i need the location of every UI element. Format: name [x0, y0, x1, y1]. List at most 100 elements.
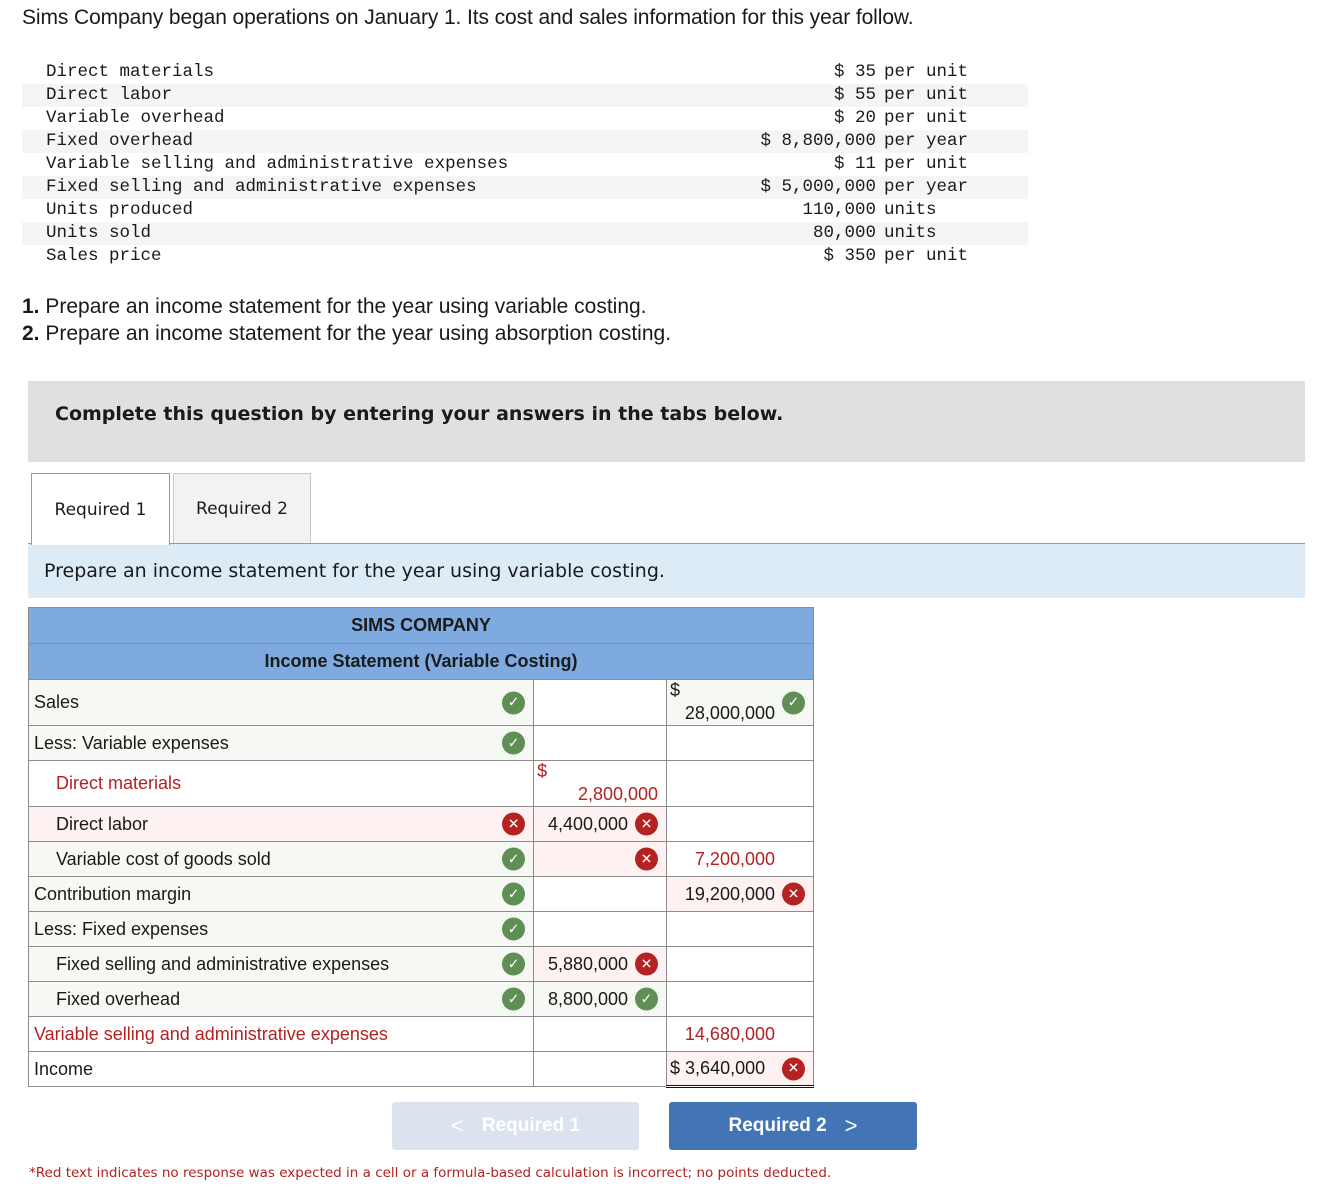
- check-icon: ✓: [502, 987, 526, 1011]
- row-label-cell[interactable]: Fixed selling and administrative expense…: [27, 946, 535, 982]
- table-row: Fixed overhead ✓ 8,800,000 ✓: [27, 981, 814, 1017]
- table-row: Contribution margin ✓ 19,200,000 ✕: [27, 876, 814, 912]
- next-button-label: Required 2: [728, 1115, 827, 1136]
- row-label-cell: Direct materials: [27, 760, 535, 807]
- given-amount: $ 35: [833, 62, 876, 82]
- amount-input-col2[interactable]: 19,200,000 ✕: [666, 876, 814, 912]
- amount-input-col2[interactable]: $ 3,640,000 ✕: [666, 1051, 814, 1088]
- given-amount: 110,000: [802, 200, 876, 220]
- tab-required-2[interactable]: Required 2: [173, 473, 311, 544]
- given-row: Sales price $ 350 per unit: [22, 245, 1028, 268]
- chevron-left-icon: <: [450, 1113, 464, 1138]
- given-label: Direct materials: [46, 62, 215, 82]
- amount-cell-col2: 14,680,000: [666, 1016, 814, 1052]
- statement-title: Income Statement (Variable Costing): [28, 643, 814, 680]
- amount-value: 28,000,000: [684, 703, 775, 723]
- amount-input-col2[interactable]: [666, 911, 814, 947]
- given-label: Direct labor: [22, 84, 676, 107]
- given-row: Units produced 110,000 units: [22, 199, 1028, 222]
- given-row: Variable selling and administrative expe…: [22, 153, 1028, 176]
- row-label-cell[interactable]: Direct labor ✕: [27, 806, 535, 842]
- statement-company: SIMS COMPANY: [28, 607, 814, 644]
- row-label-cell[interactable]: Variable cost of goods sold ✓: [27, 841, 535, 877]
- given-unit: per unit: [876, 84, 1028, 107]
- amount-input-col1[interactable]: ✕: [533, 841, 668, 877]
- requirement-text: Prepare an income statement for the year…: [39, 322, 672, 345]
- footnote: *Red text indicates no response was expe…: [29, 1165, 832, 1181]
- row-label: Direct materials: [56, 773, 182, 793]
- next-required-2-button[interactable]: Required 2 >: [669, 1102, 917, 1150]
- tab-required-1[interactable]: Required 1: [31, 473, 170, 545]
- amount-input-col2[interactable]: [666, 725, 814, 761]
- amount-input-col1[interactable]: [533, 1016, 668, 1052]
- amount-input-col2[interactable]: [666, 981, 814, 1017]
- amount-value: 5,880,000: [547, 953, 629, 974]
- row-label-cell[interactable]: Less: Fixed expenses ✓: [27, 911, 535, 947]
- amount-input-col1[interactable]: [533, 911, 668, 947]
- amount-input-col1[interactable]: [533, 725, 668, 761]
- given-unit: units: [884, 200, 937, 220]
- row-label-cell[interactable]: Less: Variable expenses ✓: [27, 725, 535, 761]
- requirement-number: 1.: [22, 295, 40, 318]
- amount-value: 2,800,000: [577, 784, 659, 804]
- x-icon: ✕: [635, 812, 659, 836]
- prev-button-label: Required 1: [481, 1115, 581, 1136]
- row-label-cell[interactable]: Fixed overhead ✓: [27, 981, 535, 1017]
- requirement-text: Prepare an income statement for the year…: [39, 295, 647, 318]
- given-amount: $ 350: [823, 246, 876, 266]
- chevron-right-icon: >: [844, 1113, 858, 1138]
- requirement-item: 1. Prepare an income statement for the y…: [22, 293, 671, 320]
- row-label: Fixed overhead: [56, 988, 181, 1009]
- amount-input-col1[interactable]: 8,800,000 ✓: [533, 981, 668, 1017]
- amount-cell-col1: $2,800,000: [533, 760, 668, 807]
- table-row: Less: Variable expenses ✓: [27, 725, 814, 761]
- amount-input-col1[interactable]: [533, 876, 668, 912]
- amount-input-col1[interactable]: 4,400,000 ✕: [533, 806, 668, 842]
- given-amount: $ 5,000,000: [676, 176, 876, 199]
- given-row: Variable overhead $ 20 per unit: [22, 107, 1028, 130]
- row-label: Variable cost of goods sold: [56, 848, 271, 869]
- prev-required-1-button[interactable]: < Required 1: [392, 1102, 639, 1150]
- given-amount: $ 8,800,000: [676, 130, 876, 153]
- x-icon: ✕: [635, 952, 659, 976]
- amount-input-col2[interactable]: [666, 806, 814, 842]
- given-amount: $ 20: [833, 108, 876, 128]
- given-amount: 80,000: [676, 222, 876, 245]
- instruction-banner: Complete this question by entering your …: [28, 381, 1305, 462]
- amount-input-col2[interactable]: $28,000,000 ✓: [666, 679, 814, 726]
- check-icon: ✓: [502, 917, 526, 941]
- given-label: Fixed selling and administrative expense…: [22, 176, 676, 199]
- table-row: Direct materials $2,800,000: [27, 760, 814, 807]
- given-label: Variable selling and administrative expe…: [46, 154, 509, 174]
- amount-value: $ 3,640,000: [670, 1058, 766, 1078]
- amount-input-col2[interactable]: [666, 760, 814, 807]
- table-row: Less: Fixed expenses ✓: [27, 911, 814, 947]
- amount-input-col2[interactable]: [666, 946, 814, 982]
- requirement-number: 2.: [22, 322, 40, 345]
- given-row: Fixed overhead $ 8,800,000 per year: [22, 130, 1028, 153]
- given-unit: per year: [876, 130, 1028, 153]
- check-icon: ✓: [502, 731, 526, 755]
- row-label-cell: Income: [27, 1051, 535, 1087]
- amount-input-col1[interactable]: 5,880,000 ✕: [533, 946, 668, 982]
- given-data-table: Direct materials $ 35 per unit Direct labo…: [22, 61, 1028, 268]
- given-unit: per unit: [884, 108, 969, 128]
- given-unit: per unit: [884, 154, 969, 174]
- given-unit: per unit: [884, 62, 969, 82]
- dollar-sign: $: [537, 761, 548, 781]
- row-label-cell[interactable]: Sales ✓: [27, 679, 535, 726]
- amount-input-col1[interactable]: [533, 1051, 668, 1087]
- table-row: Income $ 3,640,000 ✕: [27, 1051, 814, 1088]
- amount-value: 19,200,000: [684, 883, 775, 904]
- table-row: Direct labor ✕ 4,400,000 ✕: [27, 806, 814, 842]
- row-label-cell[interactable]: Contribution margin ✓: [27, 876, 535, 912]
- row-label: Income: [34, 1058, 94, 1079]
- row-label: Less: Fixed expenses: [34, 918, 209, 939]
- check-icon: ✓: [502, 882, 526, 906]
- amount-value: 4,400,000: [547, 813, 629, 834]
- table-row: Variable cost of goods sold ✓ ✕ 7,200,000: [27, 841, 814, 877]
- requirements-list: 1. Prepare an income statement for the y…: [22, 293, 671, 347]
- amount-input-col1[interactable]: [533, 679, 668, 726]
- row-label: Contribution margin: [34, 883, 192, 904]
- table-row: Variable selling and administrative expe…: [27, 1016, 814, 1052]
